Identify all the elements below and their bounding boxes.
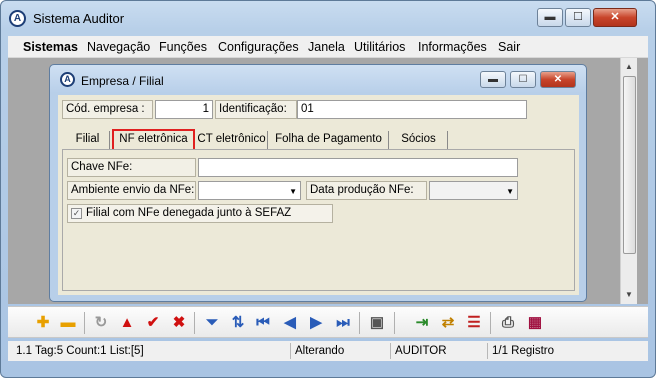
swap-icon[interactable]: ⇄ (439, 314, 457, 332)
status-bar: 1.1 Tag:5 Count:1 List:[5] Alterando AUD… (8, 341, 648, 361)
child-close-button[interactable]: ✕ (540, 71, 576, 88)
separator (394, 312, 395, 334)
separator (490, 312, 491, 334)
menu-sistemas[interactable]: Sistemas (23, 40, 78, 54)
vertical-scrollbar[interactable]: ▲ ▼ (620, 58, 637, 304)
status-record: 1/1 Registro (492, 345, 555, 357)
menu-configuracoes[interactable]: Configurações (218, 40, 299, 54)
status-mode: Alterando (291, 343, 391, 359)
data-producao-select[interactable]: ▼ (429, 181, 518, 200)
menu-janela[interactable]: Janela (308, 40, 345, 54)
triangle-up-icon[interactable]: ▲ (118, 314, 136, 332)
child-minimize-button[interactable]: ▬ (480, 71, 506, 88)
empresa-filial-window: A Empresa / Filial ▬ ☐ ✕ Cód. empresa : … (49, 64, 587, 302)
cod-empresa-label: Cód. empresa : (62, 100, 153, 119)
tab-ct-eletronico[interactable]: CT eletrônico (196, 131, 268, 149)
chave-nfe-input[interactable] (198, 158, 518, 177)
tab-strip: Filial NF eletrônica CT eletrônico Folha… (58, 129, 579, 151)
checkmark-icon[interactable]: ✔ (144, 314, 162, 332)
minimize-button[interactable]: ▬ (537, 8, 563, 27)
form-panel: Cód. empresa : 1 Identificação: 01 Filia… (58, 95, 579, 295)
menu-funcoes[interactable]: Funções (159, 40, 207, 54)
ambiente-select[interactable]: ▼ (198, 181, 301, 200)
plus-icon[interactable]: ✚ (34, 314, 52, 332)
checkmark-icon[interactable]: ✓ (71, 208, 82, 219)
tab-socios[interactable]: Sócios (390, 131, 448, 149)
sort-icon[interactable]: ⇅ (229, 314, 247, 332)
ambiente-label: Ambiente envio da NFe: (67, 181, 196, 200)
import-icon[interactable]: ⇥ (413, 314, 431, 332)
minus-icon[interactable]: ▬ (59, 314, 77, 332)
refresh-icon[interactable]: ↻ (92, 314, 110, 332)
separator (194, 312, 195, 334)
child-maximize-button[interactable]: ☐ (510, 71, 536, 88)
chevron-down-icon[interactable]: ▼ (289, 187, 297, 196)
first-icon[interactable]: ⏮ (254, 314, 272, 332)
tab-nf-eletronica[interactable]: NF eletrônica (112, 129, 195, 151)
scroll-thumb[interactable] (623, 76, 636, 254)
scroll-up-icon[interactable]: ▲ (621, 59, 637, 75)
chave-nfe-label: Chave NFe: (67, 158, 196, 177)
status-user: AUDITOR (391, 343, 488, 359)
maximize-button[interactable]: ☐ (565, 8, 591, 27)
child-logo-icon: A (60, 72, 75, 87)
list-config-icon[interactable]: ☰ (465, 314, 483, 332)
last-icon[interactable]: ⏭ (334, 314, 352, 332)
cross-icon[interactable]: ✖ (170, 314, 188, 332)
menu-navegacao[interactable]: Navegação (87, 40, 150, 54)
scroll-down-icon[interactable]: ▼ (621, 287, 637, 303)
printer-icon[interactable]: ⎙ (499, 314, 517, 332)
close-button[interactable]: ✕ (593, 8, 637, 27)
separator (359, 312, 360, 334)
tab-filial[interactable]: Filial (66, 131, 110, 149)
calendar-icon[interactable]: ▦ (526, 314, 544, 332)
denegada-label: Filial com NFe denegada junto à SEFAZ (86, 207, 292, 219)
menu-utilitarios[interactable]: Utilitários (354, 40, 405, 54)
menu-sair[interactable]: Sair (498, 40, 520, 54)
nfe-tab-content: Chave NFe: Ambiente envio da NFe: ▼ Data… (62, 149, 575, 291)
identificacao-input[interactable]: 01 (297, 100, 527, 119)
denegada-checkbox-row[interactable]: ✓ Filial com NFe denegada junto à SEFAZ (67, 204, 333, 223)
screen-icon[interactable]: ▣ (368, 314, 386, 332)
tab-folha-pagamento[interactable]: Folha de Pagamento (269, 131, 389, 149)
data-producao-label: Data produção NFe: (306, 181, 427, 200)
cod-empresa-input[interactable]: 1 (155, 100, 213, 119)
chevron-down-icon[interactable]: ▼ (506, 187, 514, 196)
identificacao-label: Identificação: (215, 100, 297, 119)
separator (84, 312, 85, 334)
toolbar: ✚ ▬ ↻ ▲ ✔ ✖ ⏷ ⇅ ⏮ ◀ ▶ ⏭ ▣ ⇥ ⇄ ☰ ⎙ ▦ (8, 306, 648, 338)
menu-informacoes[interactable]: Informações (418, 40, 487, 54)
child-window-title: Empresa / Filial (81, 74, 164, 88)
app-logo-icon: A (9, 10, 26, 27)
status-tag: 1.1 Tag:5 Count:1 List:[5] (12, 343, 291, 359)
funnel-icon[interactable]: ⏷ (203, 314, 221, 332)
prev-icon[interactable]: ◀ (281, 314, 299, 332)
menu-bar: Sistemas Navegação Funções Configurações… (8, 36, 648, 58)
next-icon[interactable]: ▶ (307, 314, 325, 332)
window-title: Sistema Auditor (33, 11, 125, 26)
